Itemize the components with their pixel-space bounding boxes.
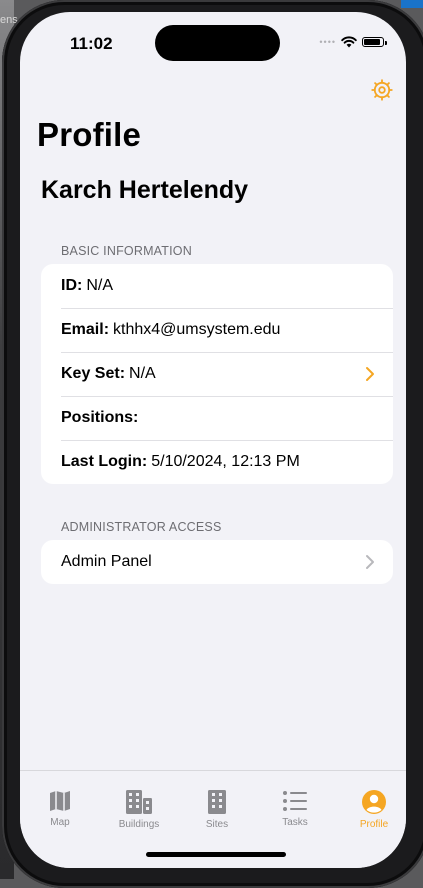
page-title: Profile: [37, 116, 142, 153]
email-label: Email:: [61, 321, 110, 338]
last-login-row: Last Login: 5/10/2024, 12:13 PM: [41, 440, 393, 484]
admin-access-card: Admin Panel: [41, 540, 393, 584]
buildings-icon: [126, 790, 152, 814]
user-name: Karch Hertelendy: [41, 176, 249, 204]
profile-icon: [362, 790, 386, 814]
sites-icon: [208, 790, 226, 814]
chevron-right-icon: [366, 367, 374, 381]
email-value: kthhx4@umsystem.edu: [113, 321, 281, 338]
tab-tasks-label: Tasks: [282, 817, 308, 828]
last-login-value: 5/10/2024, 12:13 PM: [151, 453, 300, 470]
tab-sites-label: Sites: [205, 819, 229, 830]
key-set-row[interactable]: Key Set: N/A: [41, 352, 393, 396]
home-indicator: [146, 852, 286, 857]
dynamic-island: [155, 25, 280, 61]
tab-sites[interactable]: Sites: [185, 789, 249, 830]
tab-profile-label: Profile: [359, 819, 389, 830]
tasks-icon: [283, 791, 307, 811]
device-frame: 11:02 •••• Profile Karch Hertelendy BASI…: [2, 0, 423, 888]
key-set-value: N/A: [129, 365, 156, 382]
basic-info-header: BASIC INFORMATION: [61, 244, 192, 258]
positions-label: Positions:: [61, 409, 139, 426]
battery-icon: [362, 37, 387, 47]
tab-buildings[interactable]: Buildings: [107, 789, 171, 830]
positions-row: Positions:: [41, 396, 393, 440]
settings-gear-icon[interactable]: [370, 78, 394, 102]
chevron-right-icon: [366, 555, 374, 569]
admin-access-header: ADMINISTRATOR ACCESS: [61, 520, 222, 534]
id-label: ID:: [61, 277, 83, 294]
admin-panel-label: Admin Panel: [61, 553, 152, 570]
signal-icon: ••••: [319, 37, 336, 47]
key-set-label: Key Set:: [61, 365, 126, 382]
tab-profile[interactable]: Profile: [342, 789, 406, 830]
id-row: ID: N/A: [41, 264, 393, 308]
app-screen: 11:02 •••• Profile Karch Hertelendy BASI…: [20, 12, 406, 868]
wifi-icon: [341, 36, 357, 48]
admin-panel-row[interactable]: Admin Panel: [41, 540, 393, 584]
status-indicators: ••••: [319, 36, 387, 48]
tab-map[interactable]: Map: [28, 789, 92, 828]
id-value: N/A: [86, 277, 113, 294]
status-time: 11:02: [70, 34, 113, 53]
basic-info-card: ID: N/A Email: kthhx4@umsystem.edu Key S…: [41, 264, 393, 484]
desktop-window-edge: [401, 0, 423, 8]
tab-buildings-label: Buildings: [118, 819, 160, 830]
map-icon: [50, 791, 70, 811]
last-login-label: Last Login:: [61, 453, 148, 470]
tab-tasks[interactable]: Tasks: [263, 789, 327, 828]
email-row: Email: kthhx4@umsystem.edu: [41, 308, 393, 352]
tab-map-label: Map: [50, 817, 70, 828]
